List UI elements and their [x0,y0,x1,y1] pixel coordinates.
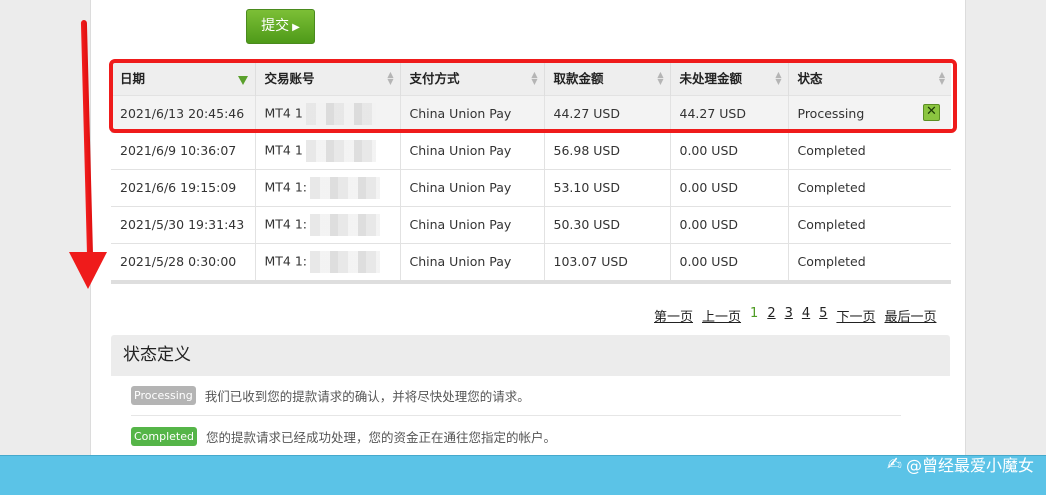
cell-pending: 0.00 USD [670,168,789,206]
cell-status: Completed [788,205,951,243]
status-definitions: 状态定义 Processing 我们已收到您的提款请求的确认，并将尽快处理您的请… [111,335,950,455]
table-row: 2021/5/28 0:30:00 MT4 1: China Union Pay… [111,242,951,280]
cell-amount: 103.07 USD [544,242,671,280]
table-row: 2021/6/6 19:15:09 MT4 1: China Union Pay… [111,168,951,206]
column-header-date[interactable]: 日期 [111,60,256,95]
cell-pending: 44.27 USD [670,94,789,132]
cell-amount: 53.10 USD [544,168,671,206]
pager-first[interactable]: 第一页 [654,306,693,325]
pagination: 第一页 上一页 1 2 3 4 5 下一页 最后一页 [654,306,936,325]
cell-date: 2021/6/6 19:15:09 [111,168,256,206]
cell-method: China Union Pay [400,168,545,206]
pager-prev[interactable]: 上一页 [702,306,741,325]
pager-page[interactable]: 5 [819,306,827,325]
cell-method: China Union Pay [400,205,545,243]
sort-icon[interactable]: ▲ ▼ [939,71,945,86]
cell-account: MT4 1: [255,242,401,280]
sort-desc-icon[interactable] [237,76,248,85]
pager-last[interactable]: 最后一页 [884,306,936,325]
account-text: MT4 1: [264,179,308,194]
column-header-pending[interactable]: 未处理金额 ▲ ▼ [670,60,789,95]
pager-page[interactable]: 4 [802,306,810,325]
cell-date: 2021/5/28 0:30:00 [111,242,256,280]
cell-pending: 0.00 USD [670,242,789,280]
cell-account: MT4 1 [255,94,401,132]
sort-icon[interactable]: ▲ ▼ [775,71,781,86]
cell-account: MT4 1 [255,131,401,169]
weibo-logo-icon: ✍ [886,453,902,475]
cell-method: China Union Pay [400,94,545,132]
redacted-blur [310,176,381,199]
column-header-label: 未处理金额 [679,70,743,86]
cell-date: 2021/6/9 10:36:07 [111,131,256,169]
table-row: 2021/5/30 19:31:43 MT4 1: China Union Pa… [111,205,951,243]
redacted-blur [305,139,376,162]
account-text: MT4 1 [264,105,303,120]
cell-status: Completed [788,242,951,280]
close-icon[interactable]: ✕ [923,103,940,121]
table-row: 2021/6/13 20:45:46 MT4 1 China Union Pay… [111,94,951,132]
cell-date: 2021/5/30 19:31:43 [111,205,256,243]
cell-account: MT4 1: [255,168,401,206]
watermark-text: @曾经最爱小魔女 [905,456,1034,475]
watermark: ✍ @曾经最爱小魔女 [887,452,1034,476]
cell-account: MT4 1: [255,205,401,243]
cell-amount: 56.98 USD [544,131,671,169]
submit-button-label: 提交 [261,18,290,34]
cell-status: Completed [788,131,951,169]
account-text: MT4 1: [264,253,308,269]
cell-pending: 0.00 USD [670,205,789,243]
cell-amount: 50.30 USD [544,205,671,243]
definition-text: 您的提款请求已经成功处理，您的资金正在通往您指定的帐户。 [206,429,557,445]
table-row: 2021/6/9 10:36:07 MT4 1 China Union Pay … [111,131,951,169]
column-header-method[interactable]: 支付方式 ▲ ▼ [400,60,545,95]
cell-date: 2021/6/13 20:45:46 [111,94,256,132]
cell-status: Processing ✕ [788,94,951,132]
column-header-label: 状态 [797,70,823,86]
column-header-label: 支付方式 [409,70,460,86]
submit-button[interactable]: 提交 ▶ [246,9,315,44]
pager-page[interactable]: 3 [785,306,793,325]
sort-icon[interactable]: ▲ ▼ [531,71,537,86]
sort-icon[interactable]: ▲ ▼ [657,71,663,86]
status-badge-processing: Processing [131,386,196,405]
sort-icon[interactable]: ▲ ▼ [387,71,393,86]
redacted-blur [310,250,381,273]
definition-item: Completed 您的提款请求已经成功处理，您的资金正在通往您指定的帐户。 [131,416,901,456]
pager-page[interactable]: 2 [767,306,775,325]
definition-item: Processing 我们已收到您的提款请求的确认，并将尽快处理您的请求。 [131,376,901,416]
account-text: MT4 1: [264,216,308,231]
account-text: MT4 1 [264,142,303,157]
cell-amount: 44.27 USD [544,94,671,132]
arrow-head-icon [69,252,107,289]
cell-method: China Union Pay [400,131,545,169]
cell-pending: 0.00 USD [670,131,789,169]
column-header-label: 取款金额 [553,70,604,86]
column-header-amount[interactable]: 取款金额 ▲ ▼ [544,60,671,95]
definitions-title: 状态定义 [111,335,950,376]
pager-next[interactable]: 下一页 [836,306,875,325]
cell-status: Completed [788,168,951,206]
withdrawal-table: 日期 交易账号 ▲ ▼ 支付方式 ▲ ▼ 取款金额 ▲ ▼ 未处理金额 ▲ ▼ 状态 ▲ ▼ 202… [111,60,951,284]
redacted-blur [305,102,376,125]
column-header-label: 交易账号 [264,70,315,86]
play-icon: ▶ [292,22,300,33]
definition-text: 我们已收到您的提款请求的确认，并将尽快处理您的请求。 [204,389,530,404]
status-text: Processing [797,106,865,121]
column-header-account[interactable]: 交易账号 ▲ ▼ [255,60,401,95]
table-bottom-border [111,280,951,284]
pager-page-current: 1 [750,306,759,321]
cell-method: China Union Pay [400,242,545,280]
status-badge-completed: Completed [131,426,197,446]
column-header-label: 日期 [120,70,146,86]
table-header-row: 日期 交易账号 ▲ ▼ 支付方式 ▲ ▼ 取款金额 ▲ ▼ 未处理金额 ▲ ▼ 状态 ▲ ▼ [111,60,951,95]
redacted-blur [310,213,381,236]
column-header-status[interactable]: 状态 ▲ ▼ [788,60,951,95]
